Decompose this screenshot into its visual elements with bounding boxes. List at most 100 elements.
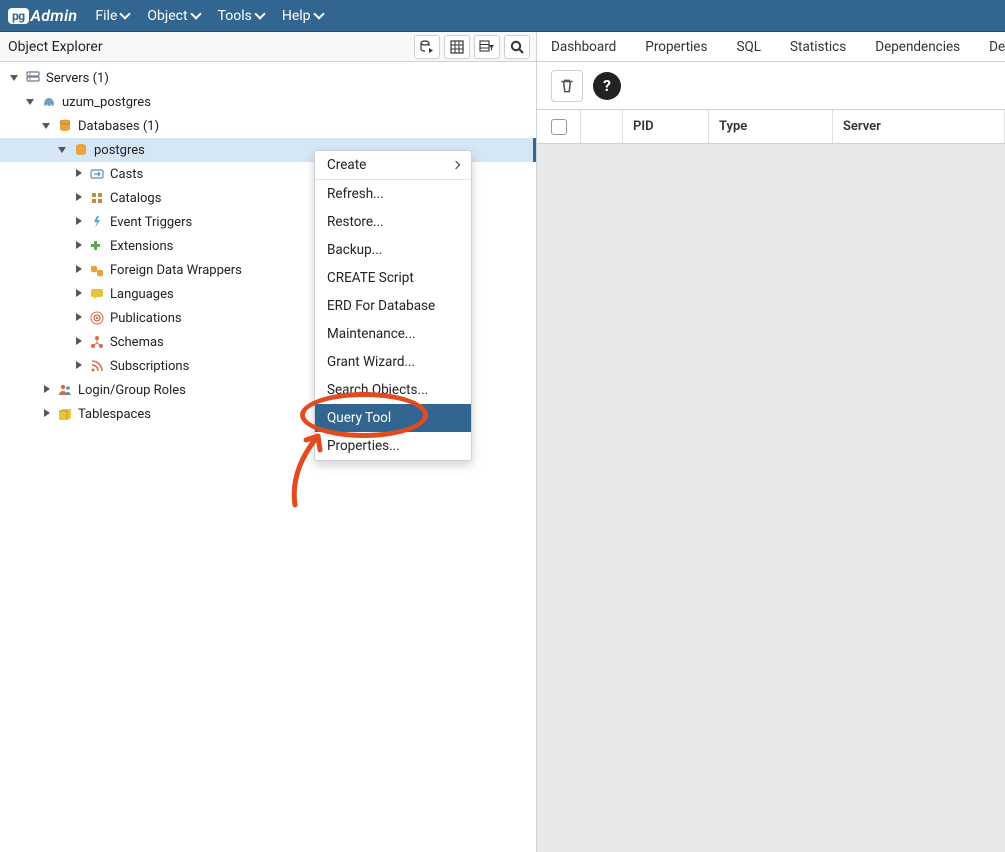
ctx-label: Properties... <box>327 438 400 454</box>
query-tool-button[interactable] <box>414 35 440 59</box>
grid-icon <box>449 39 465 55</box>
servers-icon <box>24 69 42 87</box>
ctx-properties[interactable]: Properties... <box>315 432 471 460</box>
tab-statistics[interactable]: Statistics <box>776 32 861 61</box>
databases-icon <box>56 117 74 135</box>
ctx-label: Query Tool <box>327 410 391 426</box>
tree-label: Databases (1) <box>78 119 159 134</box>
tree-node-connection[interactable]: uzum_postgres <box>0 90 536 114</box>
ctx-create[interactable]: Create <box>315 151 471 179</box>
expand-icon[interactable] <box>74 313 84 323</box>
expand-icon[interactable] <box>42 121 52 131</box>
menu-tools-label: Tools <box>218 8 252 24</box>
panel-header-row: Object Explorer Dashboard Properties SQL… <box>0 32 1005 62</box>
view-data-button[interactable] <box>444 35 470 59</box>
tab-dependencies[interactable]: Dependencies <box>861 32 975 61</box>
tree-label: Servers (1) <box>46 71 109 86</box>
menu-tools[interactable]: Tools <box>218 8 264 24</box>
search-objects-button[interactable] <box>504 35 530 59</box>
roles-icon <box>56 381 74 399</box>
filter-rows-button[interactable] <box>474 35 500 59</box>
tab-properties[interactable]: Properties <box>631 32 722 61</box>
elephant-icon <box>40 93 58 111</box>
ctx-label: Refresh... <box>327 186 384 202</box>
ctx-grant-wizard[interactable]: Grant Wizard... <box>315 348 471 376</box>
expand-icon[interactable] <box>74 193 84 203</box>
menu-file-label: File <box>95 8 117 24</box>
languages-icon <box>88 285 106 303</box>
expand-icon[interactable] <box>58 145 68 155</box>
tree-label: Foreign Data Wrappers <box>110 263 242 278</box>
expand-icon[interactable] <box>74 289 84 299</box>
menu-help-label: Help <box>282 8 311 24</box>
ctx-label: Search Objects... <box>327 382 428 398</box>
ctx-query-tool[interactable]: Query Tool <box>315 404 471 432</box>
grid-header-blank <box>581 110 623 143</box>
menu-help[interactable]: Help <box>282 8 323 24</box>
chevron-down-icon <box>190 8 201 19</box>
ctx-label: Maintenance... <box>327 326 416 342</box>
main-tabs: Dashboard Properties SQL Statistics Depe… <box>537 32 1005 61</box>
grid-header-type[interactable]: Type <box>709 110 833 143</box>
delete-button[interactable] <box>551 70 583 102</box>
ctx-backup[interactable]: Backup... <box>315 236 471 264</box>
subscriptions-icon <box>88 357 106 375</box>
tree-node-servers[interactable]: Servers (1) <box>0 66 536 90</box>
context-menu: Create Refresh... Restore... Backup... C… <box>314 150 472 461</box>
trash-icon <box>558 77 576 95</box>
ctx-restore[interactable]: Restore... <box>315 208 471 236</box>
expand-icon[interactable] <box>74 241 84 251</box>
tab-dashboard[interactable]: Dashboard <box>537 32 631 61</box>
content-toolbar: ? <box>537 62 1005 110</box>
grid-header-server[interactable]: Server <box>833 110 1005 143</box>
checkbox-icon[interactable] <box>551 119 567 135</box>
help-icon: ? <box>603 76 611 95</box>
help-button[interactable]: ? <box>593 72 621 100</box>
tree-label: Subscriptions <box>110 359 189 374</box>
ctx-label: Grant Wizard... <box>327 354 415 370</box>
brand-logo[interactable]: pg Admin <box>8 6 77 25</box>
tree-label: Tablespaces <box>78 407 151 422</box>
casts-icon <box>88 165 106 183</box>
chevron-down-icon <box>254 8 265 19</box>
menu-object-label: Object <box>147 8 187 24</box>
ctx-create-script[interactable]: CREATE Script <box>315 264 471 292</box>
chevron-right-icon <box>452 161 460 169</box>
tree-label: Casts <box>110 167 143 182</box>
tree-label: Event Triggers <box>110 215 192 230</box>
ctx-maintenance[interactable]: Maintenance... <box>315 320 471 348</box>
tree-node-databases[interactable]: Databases (1) <box>0 114 536 138</box>
publications-icon <box>88 309 106 327</box>
tablespaces-icon <box>56 405 74 423</box>
expand-icon[interactable] <box>74 169 84 179</box>
grid-header-select-all[interactable] <box>537 110 581 143</box>
chevron-down-icon <box>313 8 324 19</box>
expand-icon[interactable] <box>26 97 36 107</box>
tab-dependents[interactable]: Depend <box>975 32 1005 61</box>
expand-icon[interactable] <box>42 409 52 419</box>
grid-header: PID Type Server <box>537 110 1005 144</box>
ctx-refresh[interactable]: Refresh... <box>315 180 471 208</box>
expand-icon[interactable] <box>74 265 84 275</box>
ctx-label: CREATE Script <box>327 270 414 286</box>
expand-icon[interactable] <box>74 217 84 227</box>
object-explorer-title: Object Explorer <box>8 39 103 55</box>
catalogs-icon <box>88 189 106 207</box>
content-panel: ? PID Type Server <box>537 62 1005 852</box>
expand-icon[interactable] <box>74 337 84 347</box>
expand-icon[interactable] <box>10 73 20 83</box>
ctx-search-objects[interactable]: Search Objects... <box>315 376 471 404</box>
menu-file[interactable]: File <box>95 8 129 24</box>
ctx-erd[interactable]: ERD For Database <box>315 292 471 320</box>
tree-label: Catalogs <box>110 191 161 206</box>
grid-header-pid[interactable]: PID <box>623 110 709 143</box>
tree-label: Publications <box>110 311 182 326</box>
menu-object[interactable]: Object <box>147 8 199 24</box>
tab-sql[interactable]: SQL <box>722 32 776 61</box>
fdw-icon <box>88 261 106 279</box>
brand-logo-box: pg <box>8 8 29 24</box>
tree-label: Extensions <box>110 239 173 254</box>
expand-icon[interactable] <box>42 385 52 395</box>
ctx-label: ERD For Database <box>327 298 435 314</box>
expand-icon[interactable] <box>74 361 84 371</box>
